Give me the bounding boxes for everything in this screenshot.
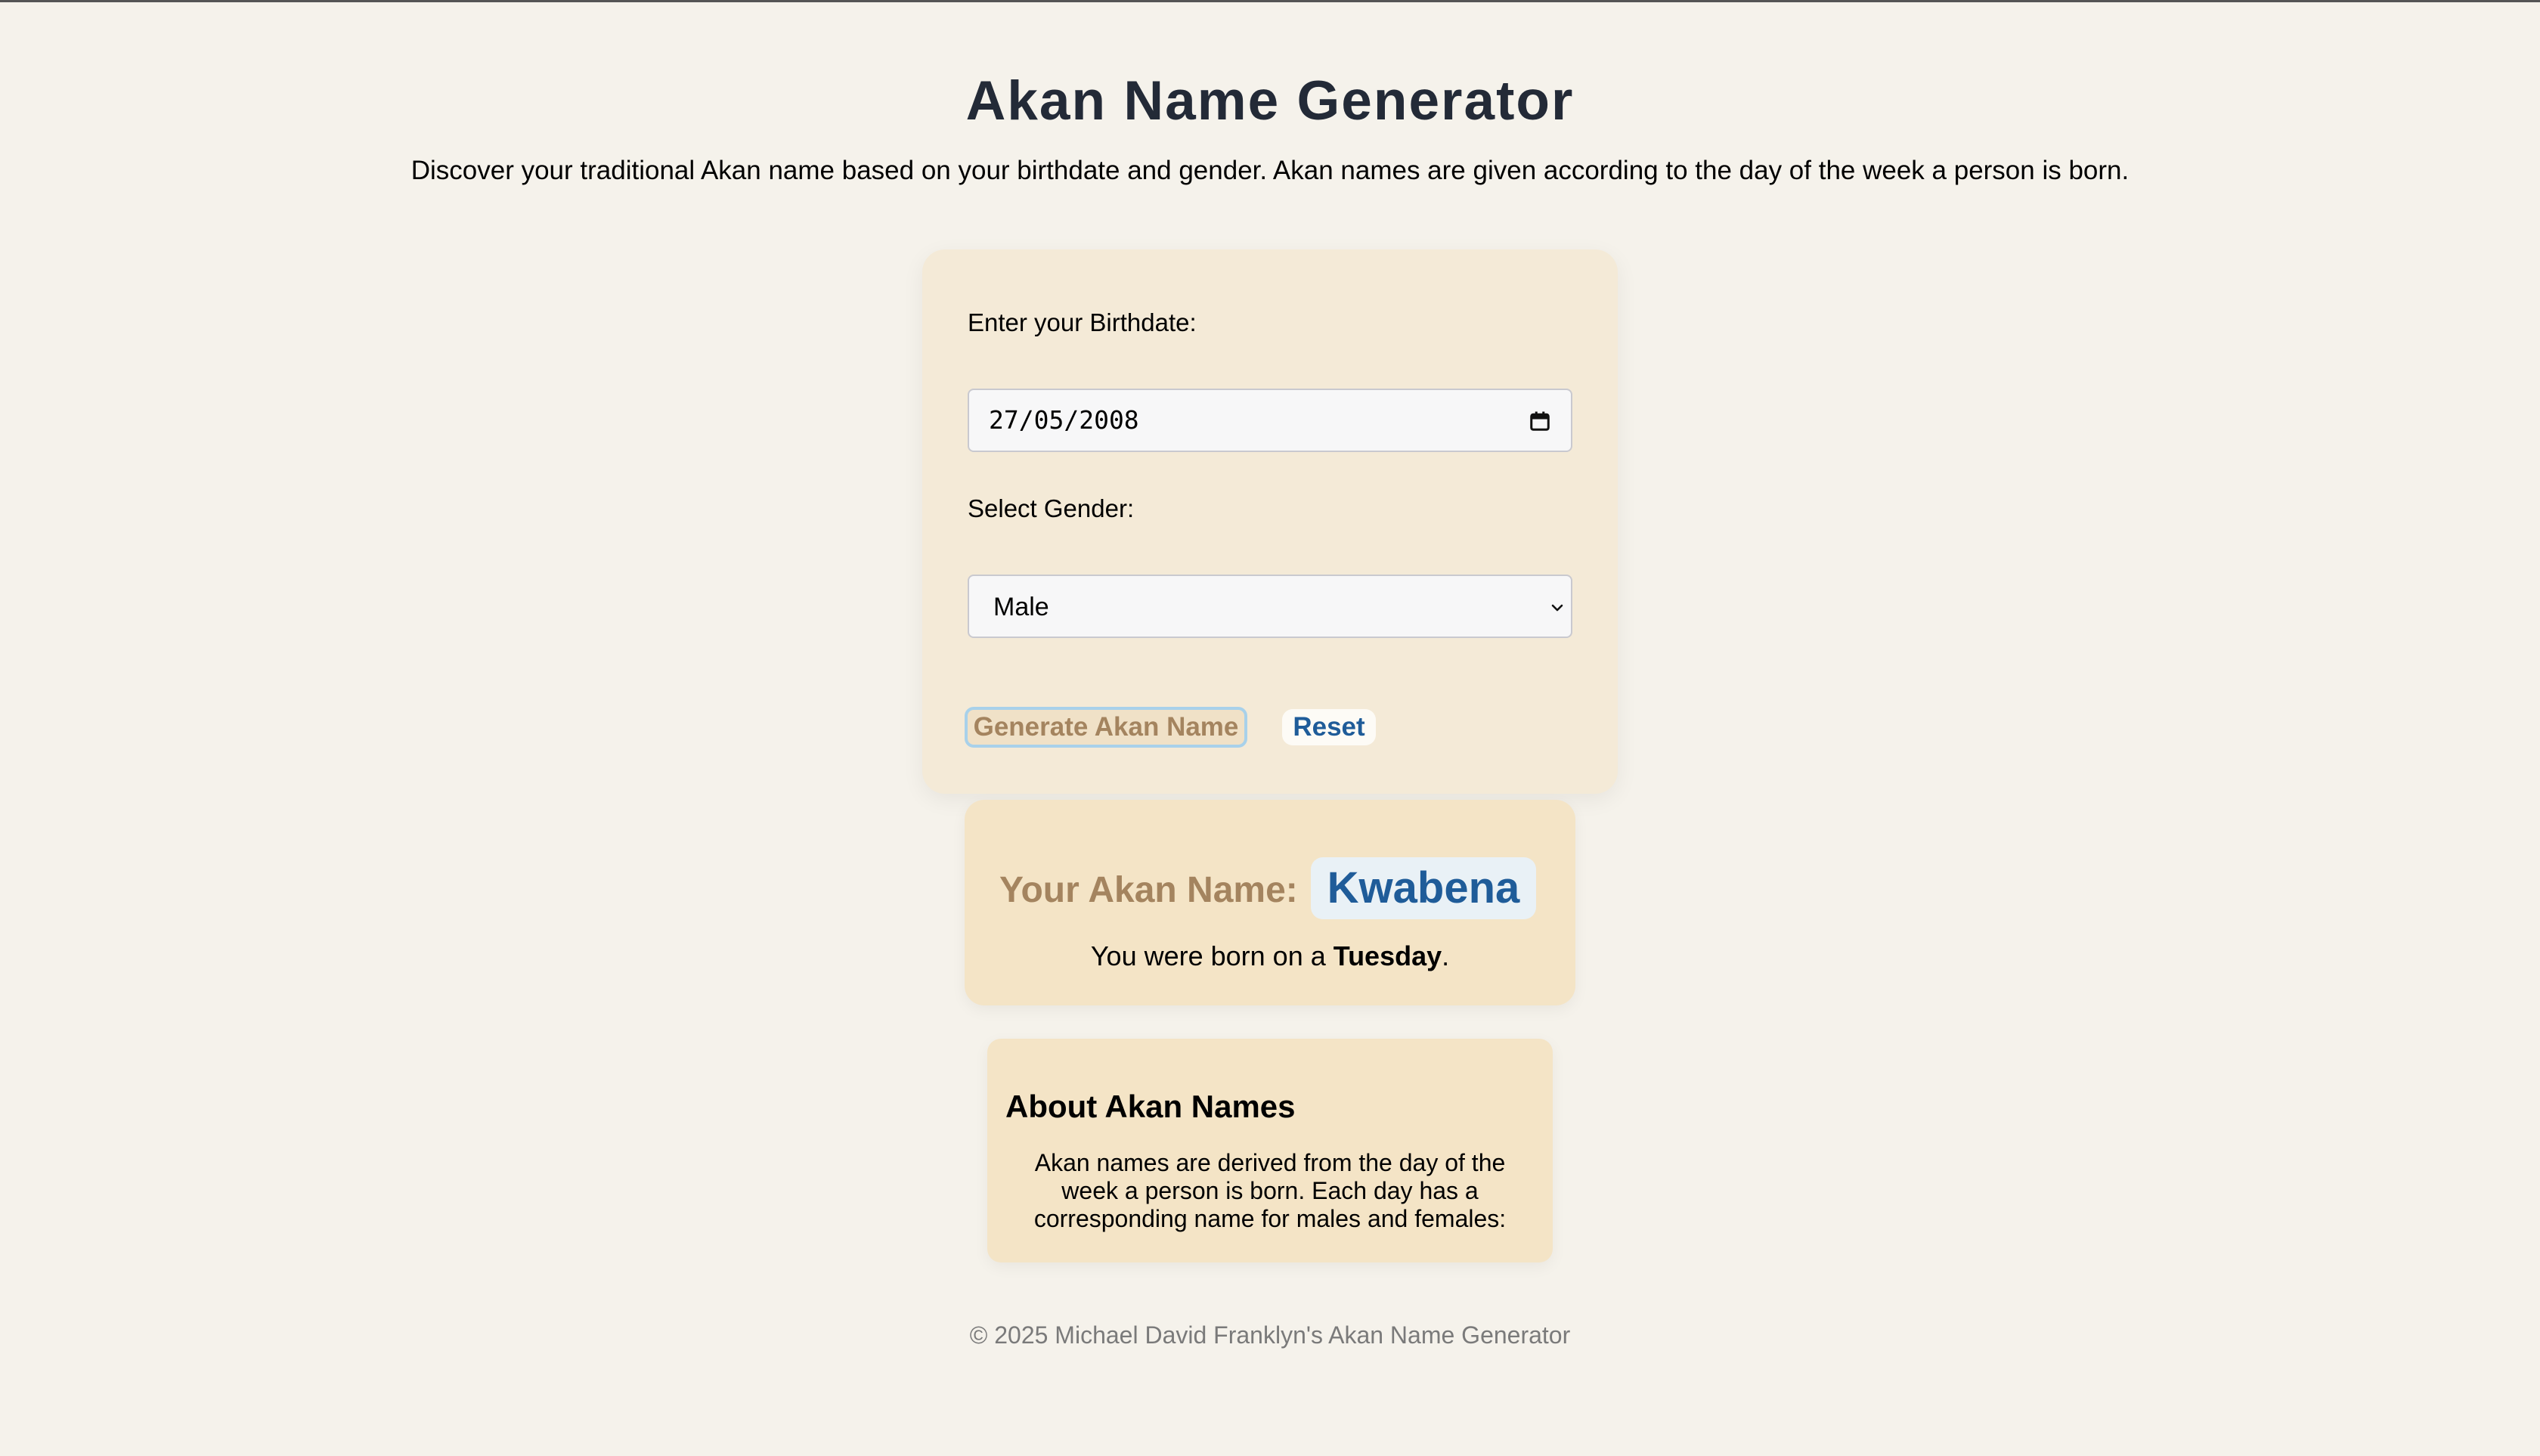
chevron-down-icon xyxy=(1551,604,1563,612)
birthdate-label: Enter your Birthdate: xyxy=(968,308,1197,336)
page-title: Akan Name Generator xyxy=(965,70,1575,132)
birth-day: Tuesday xyxy=(1333,940,1442,971)
about-heading: About Akan Names xyxy=(1005,1089,1296,1124)
footer-text: © 2025 Michael David Franklyn's Akan Nam… xyxy=(969,1321,1571,1349)
about-text: Akan names are derived from the day of t… xyxy=(1033,1149,1507,1232)
akan-name-badge: Kwabena xyxy=(1311,857,1536,919)
generate-button[interactable]: Generate Akan Name xyxy=(965,707,1247,748)
birth-day-line: You were born on a Tuesday. xyxy=(965,940,1575,972)
birthdate-input[interactable]: 27/05/2008 xyxy=(968,389,1572,452)
gender-selected-value: Male xyxy=(993,593,1049,621)
calendar-icon[interactable] xyxy=(1529,410,1551,432)
result-heading: Your Akan Name: xyxy=(999,870,1298,910)
intro-text: Discover your traditional Akan name base… xyxy=(410,156,2130,185)
gender-label: Select Gender: xyxy=(968,494,1135,522)
birthdate-value: 27/05/2008 xyxy=(989,405,1139,435)
reset-button[interactable]: Reset xyxy=(1282,709,1376,745)
born-prefix: You were born on a xyxy=(1090,940,1334,971)
about-section: About Akan Names Akan names are derived … xyxy=(987,1039,1553,1262)
top-border xyxy=(0,0,2540,2)
gender-select[interactable]: Male xyxy=(968,575,1572,638)
born-suffix: . xyxy=(1442,940,1450,971)
generator-form: Enter your Birthdate: 27/05/2008 Select … xyxy=(922,249,1618,794)
result-card: Your Akan Name: Kwabena You were born on… xyxy=(965,800,1575,1005)
